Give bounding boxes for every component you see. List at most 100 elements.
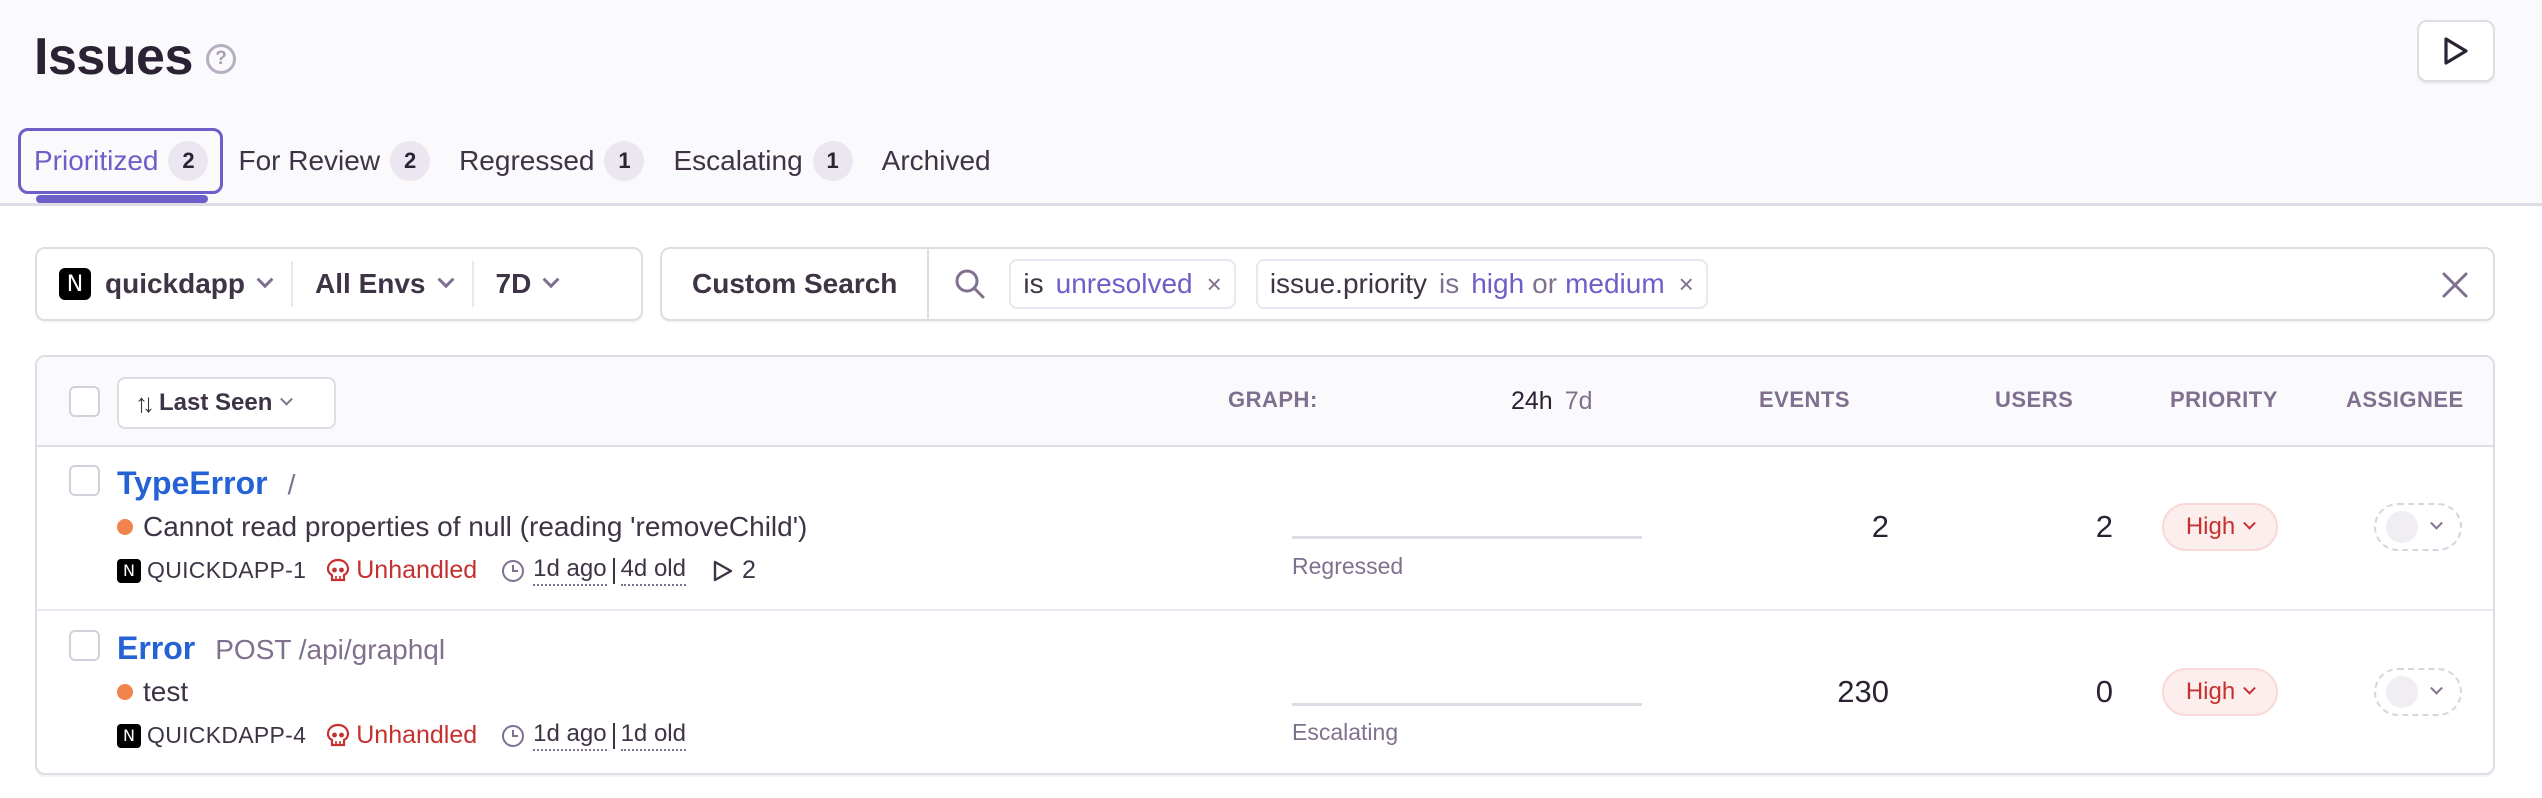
graph-24h-option[interactable]: 24h (1511, 387, 1553, 415)
graph-period-toggle: 24h 7d (1511, 387, 1593, 416)
issue-meta: N QUICKDAPP-1 Unhandled 1d ago 4d old 2 (117, 555, 756, 586)
issue-row[interactable]: Error POST /api/graphql test N QUICKDAPP… (37, 612, 2493, 773)
priority-dropdown[interactable]: High (2162, 503, 2278, 551)
project-name: quickdapp (105, 268, 246, 299)
issue-location: POST /api/graphql (215, 634, 446, 665)
avatar-placeholder (2386, 511, 2418, 543)
clock-icon (502, 724, 525, 747)
project-selector[interactable]: N quickdapp (37, 249, 291, 319)
chevron-down-icon (437, 271, 454, 289)
replays-count[interactable]: 2 (712, 556, 756, 585)
nextjs-project-icon: N (117, 723, 141, 748)
message-text: test (143, 676, 189, 707)
last-seen[interactable]: 1d ago (533, 720, 607, 751)
issue-short-id[interactable]: QUICKDAPP-4 (147, 722, 306, 749)
issue-search-bar[interactable]: Custom Search is unresolved × issue.prio… (660, 247, 2495, 321)
events-count[interactable]: 2 (1769, 509, 1889, 545)
tab-label: Regressed (459, 145, 595, 176)
chevron-down-icon (2243, 516, 2257, 530)
issue-type-link[interactable]: Error (117, 630, 195, 667)
replays-value: 2 (741, 556, 756, 584)
level-indicator-icon (117, 684, 133, 700)
chevron-down-icon (256, 271, 274, 289)
message-text: Cannot read properties of null (reading … (143, 511, 808, 542)
substatus-label: Regressed (1292, 553, 1404, 579)
issue-message: test (117, 676, 188, 708)
tab-prioritized[interactable]: Prioritized 2 (18, 128, 224, 203)
assignee-selector[interactable] (2374, 503, 2462, 551)
nextjs-project-icon: N (59, 268, 91, 300)
issue-title[interactable]: Error POST /api/graphql (117, 630, 445, 667)
priority-dropdown[interactable]: High (2162, 668, 2278, 716)
substatus-label: Escalating (1292, 719, 1399, 745)
chevron-down-icon (2243, 681, 2257, 695)
first-seen-age[interactable]: 1d old (620, 720, 686, 751)
token-operator[interactable]: is (1439, 268, 1459, 300)
tab-count: 2 (390, 141, 431, 181)
page-title: Issues (34, 28, 193, 86)
token-value[interactable]: medium (1565, 268, 1665, 300)
issue-times: 1d ago 1d old (501, 720, 686, 751)
first-seen-age[interactable]: 4d old (620, 555, 686, 586)
chevron-down-icon (2430, 516, 2443, 530)
issue-title[interactable]: TypeError / (117, 465, 295, 502)
issue-times: 1d ago 4d old (501, 555, 686, 586)
tab-for-review[interactable]: For Review 2 (223, 128, 444, 194)
tab-count: 1 (812, 141, 853, 181)
unhandled-badge: Unhandled (326, 721, 477, 750)
priority-label: High (2185, 513, 2236, 540)
avatar-placeholder (2386, 676, 2418, 708)
remove-token-icon[interactable]: × (1679, 269, 1694, 300)
graph-7d-option[interactable]: 7d (1565, 387, 1593, 415)
tab-regressed[interactable]: Regressed 1 (444, 128, 658, 194)
date-range-selector[interactable]: 7D (474, 249, 578, 319)
token-value[interactable]: unresolved (1056, 268, 1193, 300)
tab-archived[interactable]: Archived (867, 128, 1005, 194)
environment-selector[interactable]: All Envs (293, 249, 471, 319)
issues-table: ↑↓ Last Seen GRAPH: 24h 7d EVENTS USERS P… (35, 355, 2495, 775)
skull-icon (327, 558, 350, 581)
page-header: Issues ? Prioritized 2 For Review 2 Regr… (0, 0, 2542, 206)
search-token-priority[interactable]: issue.priority is high or medium × (1255, 259, 1708, 309)
issue-short-id[interactable]: QUICKDAPP-1 (147, 557, 306, 584)
date-range-label: 7D (495, 268, 532, 299)
issue-location: / (287, 469, 296, 500)
assignee-selector[interactable] (2374, 668, 2462, 716)
play-icon (2444, 37, 2468, 65)
sort-label: Last Seen (159, 389, 273, 416)
search-token-status[interactable]: is unresolved × (1009, 259, 1236, 309)
page-filter-bar: N quickdapp All Envs 7D (35, 247, 643, 321)
events-sparkline (1292, 536, 1642, 539)
sort-dropdown[interactable]: ↑↓ Last Seen (117, 377, 336, 429)
mechanism-label: Unhandled (356, 556, 478, 584)
chevron-down-icon (280, 392, 294, 406)
issue-row[interactable]: TypeError / Cannot read properties of nu… (37, 447, 2493, 611)
last-seen[interactable]: 1d ago (533, 555, 607, 586)
clock-icon (502, 559, 525, 582)
users-count[interactable]: 2 (1993, 509, 2113, 545)
users-count[interactable]: 0 (1993, 674, 2113, 710)
issue-checkbox[interactable] (69, 630, 100, 661)
column-assignee: ASSIGNEE (2346, 387, 2464, 412)
select-all-checkbox[interactable] (69, 386, 100, 417)
question-circle-icon[interactable]: ? (206, 44, 236, 74)
issue-type-link[interactable]: TypeError (117, 465, 268, 502)
skull-icon (327, 723, 350, 746)
clear-search-icon[interactable] (2439, 269, 2471, 301)
column-events: EVENTS (1759, 387, 1851, 412)
tab-label: Archived (881, 145, 991, 176)
issue-checkbox[interactable] (69, 465, 100, 496)
events-sparkline (1292, 703, 1642, 706)
tab-count: 2 (168, 141, 209, 181)
play-button[interactable] (2417, 20, 2495, 82)
saved-search-button[interactable]: Custom Search (662, 249, 930, 319)
token-value[interactable]: high (1471, 268, 1524, 300)
events-count[interactable]: 230 (1769, 674, 1889, 710)
token-key[interactable]: issue.priority (1270, 268, 1427, 300)
remove-token-icon[interactable]: × (1207, 269, 1222, 300)
play-icon (713, 560, 733, 581)
chevron-down-icon (542, 271, 560, 289)
sort-arrows-icon: ↑↓ (135, 387, 155, 418)
issue-meta: N QUICKDAPP-4 Unhandled 1d ago 1d old (117, 720, 686, 751)
tab-escalating[interactable]: Escalating 1 (658, 128, 866, 194)
